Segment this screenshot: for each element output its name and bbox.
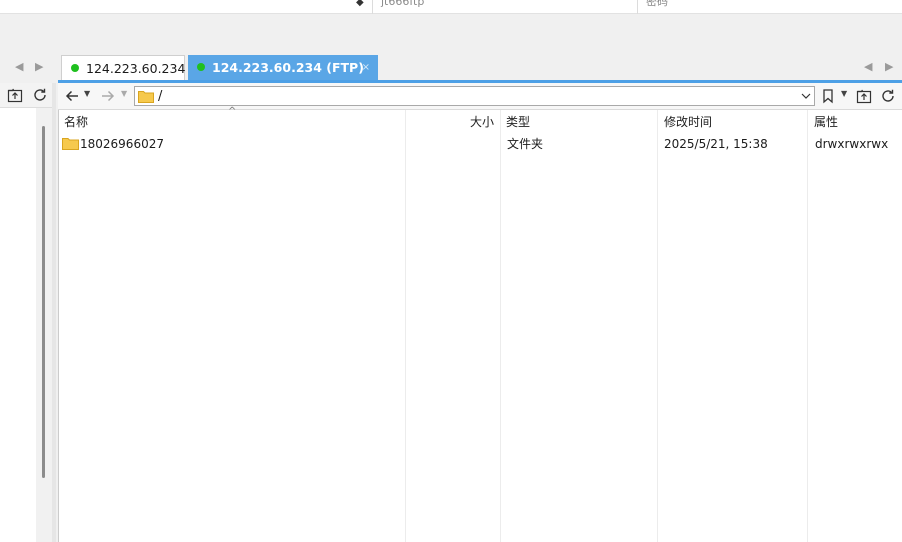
column-header-size[interactable]: 大小 xyxy=(470,110,494,134)
forward-history-dropdown-icon[interactable]: ▼ xyxy=(121,89,127,98)
tab-scroll-left-icon[interactable]: ◀ xyxy=(15,60,23,73)
chevron-down-icon[interactable] xyxy=(800,90,812,105)
column-divider[interactable] xyxy=(500,110,501,542)
dropdown-arrow-icon[interactable]: ◆ xyxy=(356,0,364,8)
bookmark-icon[interactable] xyxy=(819,87,837,105)
file-type: 文件夹 xyxy=(507,137,544,151)
tab-label: 124.223.60.234 (FTP) xyxy=(212,60,364,75)
file-modified: 2025/5/21, 15:38 xyxy=(664,137,768,151)
column-divider[interactable] xyxy=(405,110,406,542)
table-row[interactable] xyxy=(59,134,901,154)
tab-session-1[interactable]: 124.223.60.234 xyxy=(61,55,185,80)
upload-icon[interactable] xyxy=(6,86,24,104)
username-field-value: jt666ftp xyxy=(381,0,425,8)
bookmark-dropdown-icon[interactable]: ▼ xyxy=(841,89,847,98)
folder-icon xyxy=(138,90,154,106)
column-divider[interactable] xyxy=(657,110,658,542)
tab-scroll-left-icon[interactable]: ◀ xyxy=(864,60,872,73)
folder-icon xyxy=(62,137,79,153)
sort-ascending-icon: ^ xyxy=(228,106,237,117)
forward-icon[interactable] xyxy=(99,87,117,105)
column-divider[interactable] xyxy=(807,110,808,542)
path-value: / xyxy=(158,89,163,104)
close-icon[interactable]: × xyxy=(362,55,370,80)
connected-status-icon xyxy=(197,63,205,71)
back-icon[interactable] xyxy=(63,87,81,105)
scrollbar-thumb[interactable] xyxy=(42,126,45,478)
upload-icon[interactable] xyxy=(855,87,873,105)
tab-scroll-right-icon[interactable]: ▶ xyxy=(35,60,43,73)
username-field[interactable]: jt666ftp xyxy=(372,0,636,14)
column-header-name[interactable]: 名称 xyxy=(64,110,88,134)
left-panel-toolbar xyxy=(0,83,56,108)
password-field-placeholder: 密码 xyxy=(646,0,668,8)
panel-divider[interactable] xyxy=(52,83,56,542)
tab-session-ftp[interactable]: 124.223.60.234 (FTP) × xyxy=(188,55,378,80)
back-history-dropdown-icon[interactable]: ▼ xyxy=(84,89,90,98)
file-name[interactable]: 18026966027 xyxy=(80,134,164,154)
column-header-modified[interactable]: 修改时间 xyxy=(664,110,712,134)
column-header-attributes[interactable]: 属性 xyxy=(814,110,838,134)
connected-status-icon xyxy=(71,64,79,72)
refresh-icon[interactable] xyxy=(31,86,49,104)
tab-label: 124.223.60.234 xyxy=(86,61,186,76)
refresh-icon[interactable] xyxy=(879,87,897,105)
password-field[interactable]: 密码 xyxy=(637,0,899,14)
column-header-type[interactable]: 类型 xyxy=(506,110,530,134)
file-list[interactable] xyxy=(58,110,902,542)
tab-scroll-right-icon[interactable]: ▶ xyxy=(885,60,893,73)
path-input[interactable]: / xyxy=(134,86,815,106)
file-attributes: drwxrwxrwx xyxy=(815,137,889,151)
